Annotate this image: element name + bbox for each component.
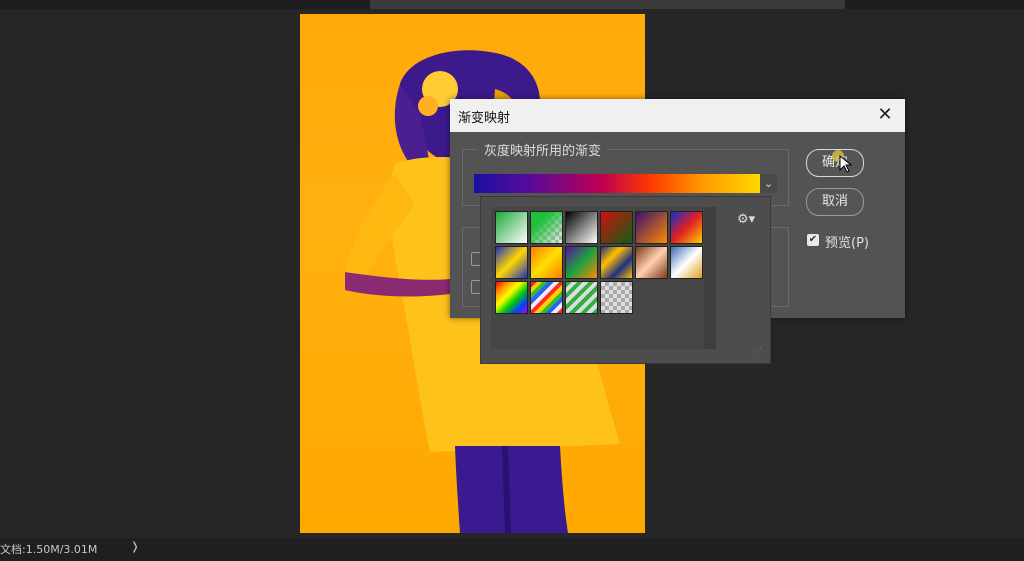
gear-icon[interactable]: ⚙▾: [737, 212, 755, 227]
mouse-cursor-icon: [839, 155, 853, 173]
gradient-swatch[interactable]: [530, 246, 563, 279]
gradient-swatch[interactable]: [495, 281, 528, 314]
cancel-button[interactable]: 取消: [806, 188, 864, 216]
gradient-swatch[interactable]: [495, 246, 528, 279]
document-tab-strip[interactable]: [370, 0, 845, 9]
swatch-scrollbar[interactable]: [704, 207, 716, 349]
gradient-swatch[interactable]: [670, 211, 703, 244]
gradient-swatch[interactable]: [600, 246, 633, 279]
chevron-down-icon[interactable]: ⌄: [760, 174, 777, 193]
gradient-swatch[interactable]: [635, 211, 668, 244]
gradient-swatch[interactable]: [635, 246, 668, 279]
gradient-swatch[interactable]: [495, 211, 528, 244]
top-bar: [0, 0, 1024, 9]
gradient-swatch[interactable]: [565, 281, 598, 314]
close-icon[interactable]: ✕: [875, 105, 895, 125]
doc-size-info: 文档:1.50M/3.01M: [0, 543, 98, 556]
gradient-preview-bar[interactable]: [474, 174, 760, 193]
gradient-picker-popup: ⚙▾ ⋰: [480, 196, 771, 364]
gradient-swatch[interactable]: [565, 211, 598, 244]
resize-grip-icon[interactable]: ⋰: [753, 347, 762, 357]
swatch-grid: [491, 207, 704, 349]
gradient-swatch[interactable]: [565, 246, 598, 279]
preview-label: 预览(P): [825, 236, 869, 251]
dialog-title: 渐变映射: [458, 111, 511, 126]
gradient-swatch[interactable]: [600, 281, 633, 314]
status-menu-arrow-icon[interactable]: ❭: [128, 540, 142, 556]
gradient-swatch[interactable]: [530, 211, 563, 244]
gradient-swatch[interactable]: [530, 281, 563, 314]
gradient-group-label: 灰度映射所用的渐变: [478, 140, 608, 159]
gradient-swatch[interactable]: [600, 211, 633, 244]
checkbox-icon[interactable]: ✔: [807, 234, 819, 246]
dialog-title-bar[interactable]: 渐变映射 ✕: [450, 99, 905, 132]
gradient-swatch[interactable]: [670, 246, 703, 279]
status-bar: 文档:1.50M/3.01M ❭: [0, 538, 1024, 561]
